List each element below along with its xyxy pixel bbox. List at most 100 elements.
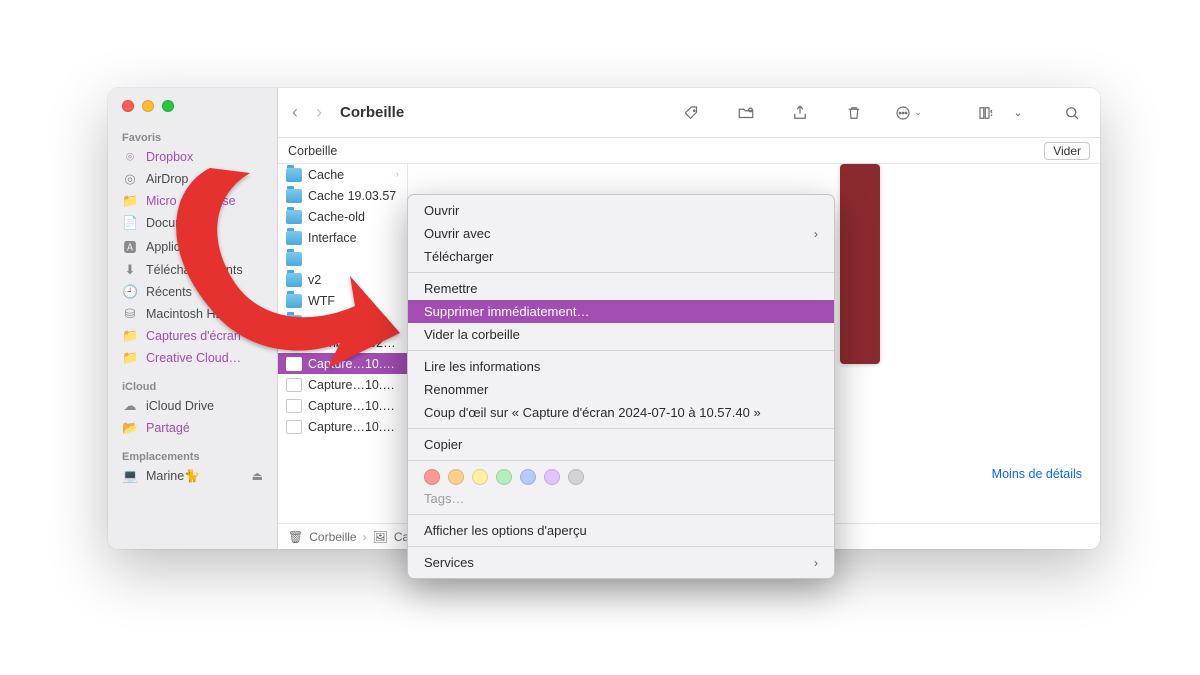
folder-icon (286, 210, 302, 224)
file-row[interactable]: Capture…10.57. (278, 416, 407, 437)
tag-dot[interactable] (472, 469, 488, 485)
menu-item[interactable]: Lire les informations (408, 355, 834, 378)
menu-item-label: Coup d'œil sur « Capture d'écran 2024-07… (424, 405, 761, 420)
apps-icon: 🅰 (122, 237, 138, 256)
menu-item[interactable]: Télécharger (408, 245, 834, 268)
trash-button[interactable] (840, 101, 868, 125)
chevron-right-icon: › (814, 556, 818, 570)
file-name: Interface (308, 231, 357, 245)
preview-thumbnail (840, 164, 880, 364)
sidebar-item[interactable]: ⛁Macintosh HD (108, 303, 277, 325)
path-segment[interactable]: Corbeille (309, 530, 356, 544)
folder-icon (286, 294, 302, 308)
sidebar-item[interactable]: 📁Micro entreprise (108, 190, 277, 212)
tag-dot[interactable] (568, 469, 584, 485)
sidebar-item-label: Documents (146, 216, 209, 230)
menu-item[interactable]: Services› (408, 551, 834, 574)
back-button[interactable]: ‹ (292, 102, 298, 123)
sidebar-item[interactable]: 🕘Récents (108, 281, 277, 303)
share-button[interactable] (786, 101, 814, 125)
menu-item[interactable]: Renommer (408, 378, 834, 401)
menu-item-label: Ouvrir (424, 203, 459, 218)
sidebar-item[interactable]: 📄Documents (108, 212, 277, 234)
sidebar-item[interactable]: ☁iCloud Drive (108, 395, 277, 417)
sidebar-item[interactable]: ⬇Téléchargements (108, 259, 277, 281)
menu-item[interactable]: Vider la corbeille (408, 323, 834, 346)
sidebar-item[interactable]: 💻Marine🐈⏏ (108, 465, 277, 487)
file-name: Cache (308, 168, 344, 182)
screenshot-icon: 🖼 (373, 530, 388, 544)
sidebar-item-label: Partagé (146, 421, 190, 435)
menu-item-label: Lire les informations (424, 359, 540, 374)
menu-item[interactable]: Supprimer immédiatement… (408, 300, 834, 323)
eject-icon[interactable]: ⏏ (252, 469, 263, 483)
sidebar-item[interactable]: 📁 Creative Cloud… (108, 347, 277, 369)
trash-icon: 🗑 (288, 530, 303, 544)
close-button[interactable] (122, 100, 134, 112)
tag-dot[interactable] (448, 469, 464, 485)
file-row[interactable]: v2 (278, 269, 407, 290)
sidebar-item[interactable]: ◎AirDrop (108, 168, 277, 190)
menu-item[interactable]: Ouvrir avec› (408, 222, 834, 245)
menu-item-label: Renommer (424, 382, 488, 397)
file-row[interactable]: Cache › (278, 164, 407, 185)
disk-icon: ⛁ (122, 306, 138, 322)
new-folder-button[interactable] (732, 101, 760, 125)
forward-button[interactable]: › (316, 102, 322, 123)
file-row[interactable]: Cache 19.03.57 (278, 185, 407, 206)
file-row[interactable]: WTF (278, 290, 407, 311)
sidebar-item[interactable]: ⌾Dropbox (108, 146, 277, 168)
empty-trash-button[interactable]: Vider (1044, 142, 1090, 160)
file-row[interactable]: Cache-old (278, 206, 407, 227)
search-button[interactable] (1058, 101, 1086, 125)
tag-dot[interactable] (520, 469, 536, 485)
sidebar-item-label: Creative Cloud… (146, 351, 241, 365)
file-row[interactable]: Capture…10.57. (278, 395, 407, 416)
menu-item[interactable]: Afficher les options d'aperçu (408, 519, 834, 542)
file-row[interactable]: Capture…10.57. (278, 374, 407, 395)
screenshot-icon (286, 378, 302, 392)
file-list: Cache ›Cache 19.03.57 Cache-old Interface v2… (278, 164, 408, 523)
menu-item[interactable]: Copier (408, 433, 834, 456)
menu-item-label: Ouvrir avec (424, 226, 490, 241)
file-name: v2 (308, 273, 321, 287)
tag-dot[interactable] (424, 469, 440, 485)
menu-item-label: Copier (424, 437, 462, 452)
file-name: Cache 19.03.57 (308, 189, 396, 203)
sidebar-item[interactable]: 📁 Captures d'écran (108, 325, 277, 347)
menu-item[interactable]: Tags… (408, 487, 834, 510)
view-toggle-button[interactable] (972, 101, 1000, 125)
menu-item[interactable]: Ouvrir (408, 199, 834, 222)
view-dropdown-button[interactable]: ⌄ (1004, 101, 1032, 125)
location-bar: Corbeille Vider (278, 138, 1100, 164)
menu-separator (408, 272, 834, 273)
file-row[interactable] (278, 248, 407, 269)
minimize-button[interactable] (142, 100, 154, 112)
sidebar-item-label: Captures d'écran (146, 329, 241, 343)
menu-item[interactable]: Coup d'œil sur « Capture d'écran 2024-07… (408, 401, 834, 424)
file-row[interactable]: Capture…10.57. (278, 353, 407, 374)
file-row[interactable]: Interface (278, 227, 407, 248)
sidebar-item[interactable]: 📂Partagé (108, 417, 277, 439)
file-row[interactable]: WTF 19.03.57 (278, 311, 407, 332)
sidebar-item[interactable]: 🅰Applications (108, 234, 277, 259)
clock-icon: 🕘 (122, 284, 138, 300)
folder-icon (286, 189, 302, 203)
zoom-button[interactable] (162, 100, 174, 112)
tag-dot[interactable] (496, 469, 512, 485)
tag-dot[interactable] (544, 469, 560, 485)
menu-item-label: Remettre (424, 281, 477, 296)
less-details-link[interactable]: Moins de détails (992, 467, 1082, 481)
airdrop-icon: ◎ (122, 171, 138, 187)
more-button[interactable]: ⌄ (894, 101, 922, 125)
folder-icon (286, 315, 302, 329)
folder-icon: 📁 (122, 328, 138, 344)
menu-item-label: Tags… (424, 491, 464, 506)
folder-icon: 📁 (122, 350, 138, 366)
file-row[interactable]: airbnb_…2024.c (278, 332, 407, 353)
dropbox-icon: ⌾ (122, 149, 138, 165)
menu-item[interactable]: Remettre (408, 277, 834, 300)
sidebar-section-favorites: Favoris (108, 126, 277, 146)
chevron-right-icon: › (396, 169, 399, 180)
tags-button[interactable] (678, 101, 706, 125)
